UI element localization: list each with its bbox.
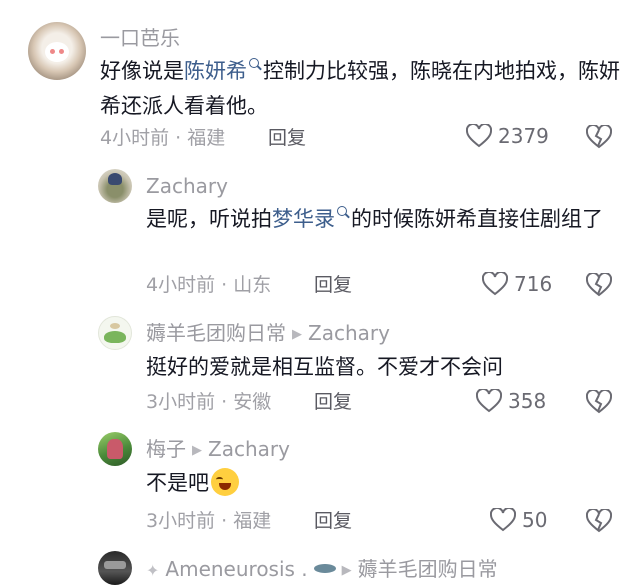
search-link[interactable]: 陈妍希 <box>184 59 247 83</box>
reply-header: ✦ Ameneurosis . ▶ 薅羊毛团购日常 <box>146 557 498 583</box>
avatar[interactable] <box>98 551 132 585</box>
reply-to-username[interactable]: Zachary <box>208 437 290 461</box>
comment-text: 挺好的爱就是相互监督。不爱才不会问 <box>146 355 503 379</box>
broken-heart-icon[interactable] <box>586 509 612 533</box>
like-count: 2379 <box>498 124 549 148</box>
reply-to-username[interactable]: 薅羊毛团购日常 <box>358 557 498 581</box>
ufo-emoji-icon <box>313 564 336 573</box>
search-link-icon[interactable] <box>337 206 347 216</box>
heart-outline-icon[interactable] <box>476 389 502 413</box>
like-count: 358 <box>508 389 547 413</box>
comment-username[interactable]: 薅羊毛团购日常 <box>146 321 286 345</box>
triangle-right-icon: ▶ <box>292 327 302 342</box>
reply-button[interactable]: 回复 <box>314 390 352 414</box>
triangle-right-icon: ▶ <box>341 563 352 578</box>
badge-diamond-icon: ✦ <box>146 561 160 580</box>
comment-text: 好像说是陈妍希 控制力比较强，陈晓在内地拍戏，陈妍希还派人看着他。 <box>100 58 620 118</box>
triangle-right-icon: ▶ <box>192 443 202 458</box>
like-count: 50 <box>522 508 548 532</box>
search-link[interactable]: 梦华录 <box>272 207 335 231</box>
comment-username[interactable]: 梅子 <box>146 437 186 461</box>
comment-time-location: 4小时前 · 山东 <box>146 274 272 296</box>
heart-outline-icon[interactable] <box>490 508 516 532</box>
like-button[interactable]: 358 <box>476 389 546 413</box>
reply-button[interactable]: 回复 <box>314 509 352 533</box>
comment-time-location: 4小时前 · 福建 <box>100 127 226 149</box>
like-button[interactable]: 50 <box>490 508 547 532</box>
reply-button[interactable]: 回复 <box>268 126 306 150</box>
search-link-icon[interactable] <box>249 58 259 68</box>
avatar[interactable] <box>28 22 86 80</box>
broken-heart-icon[interactable] <box>586 273 612 297</box>
reply-button[interactable]: 回复 <box>314 273 352 297</box>
like-button[interactable]: 716 <box>482 272 552 296</box>
like-button[interactable]: 2379 <box>466 124 549 148</box>
heart-outline-icon[interactable] <box>482 272 508 296</box>
laughing-crying-emoji-icon <box>211 468 239 496</box>
comment-username[interactable]: 一口芭乐 <box>100 26 180 50</box>
avatar[interactable] <box>98 432 132 466</box>
comment-text: 是呢，听说拍梦华录 的时候陈妍希直接住剧组了 <box>146 206 603 231</box>
comment-username[interactable]: Zachary <box>146 174 228 198</box>
reply-header: 薅羊毛团购日常 ▶ Zachary <box>146 321 390 347</box>
broken-heart-icon[interactable] <box>586 125 612 149</box>
comment-username[interactable]: Ameneurosis . <box>165 557 307 581</box>
reply-to-username[interactable]: Zachary <box>308 321 390 345</box>
comment-text: 不是吧 <box>146 466 616 501</box>
like-count: 716 <box>514 272 553 296</box>
broken-heart-icon[interactable] <box>586 390 612 414</box>
reply-header: 梅子 ▶ Zachary <box>146 437 290 463</box>
avatar[interactable] <box>98 169 132 203</box>
comment-time-location: 3小时前 · 安徽 <box>146 391 272 413</box>
comment-time-location: 3小时前 · 福建 <box>146 510 272 532</box>
avatar[interactable] <box>98 316 132 350</box>
heart-outline-icon[interactable] <box>466 124 492 148</box>
